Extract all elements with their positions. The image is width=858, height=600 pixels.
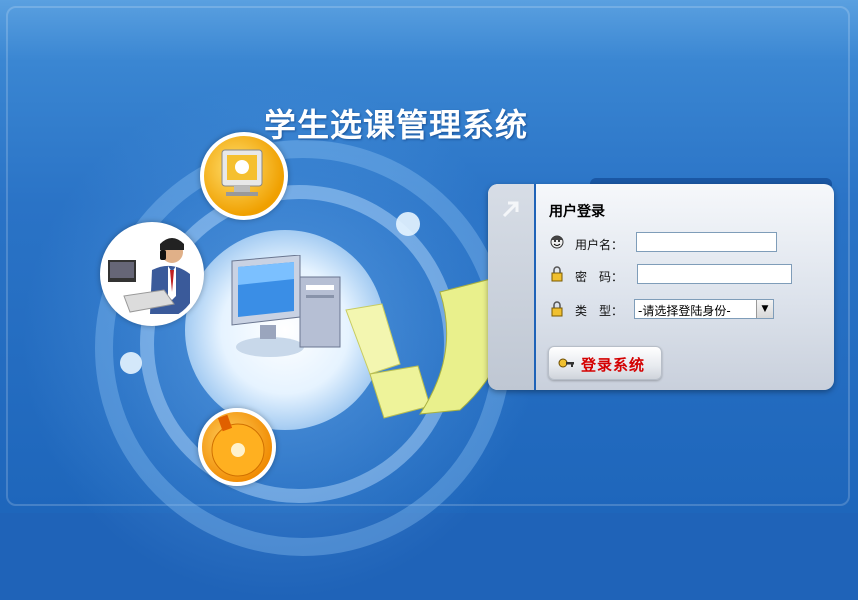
user-face-icon xyxy=(550,235,564,249)
desktop-computer-illustration-icon xyxy=(231,255,341,357)
login-panel-title: 用户登录 xyxy=(549,204,605,220)
type-label: 类 型： xyxy=(575,304,624,318)
decor-dot xyxy=(396,212,420,236)
password-label: 密 码： xyxy=(575,270,624,284)
businessman-phone-illustration-icon xyxy=(100,222,204,326)
panel-side-bar xyxy=(488,184,536,390)
lock-icon xyxy=(551,266,563,282)
username-input[interactable] xyxy=(636,232,777,252)
cd-disc-illustration-icon xyxy=(198,408,276,486)
chevron-down-icon[interactable]: ▼ xyxy=(756,300,773,318)
key-icon xyxy=(558,358,574,368)
decor-dot xyxy=(120,352,142,374)
username-label: 用户名： xyxy=(575,238,624,252)
login-type-selected-value: -请选择登陆身份- xyxy=(638,304,731,318)
password-input[interactable] xyxy=(637,264,792,284)
arrow-up-right-icon xyxy=(502,201,519,218)
monitor-illustration-icon xyxy=(200,132,288,220)
login-type-select[interactable]: -请选择登陆身份- ▼ xyxy=(634,299,774,319)
login-submit-label: 登录系统 xyxy=(581,356,646,374)
page-title: 学生选课管理系统 xyxy=(264,106,529,144)
lock-icon xyxy=(551,301,563,317)
login-submit-button[interactable]: 登录系统 xyxy=(548,346,662,380)
